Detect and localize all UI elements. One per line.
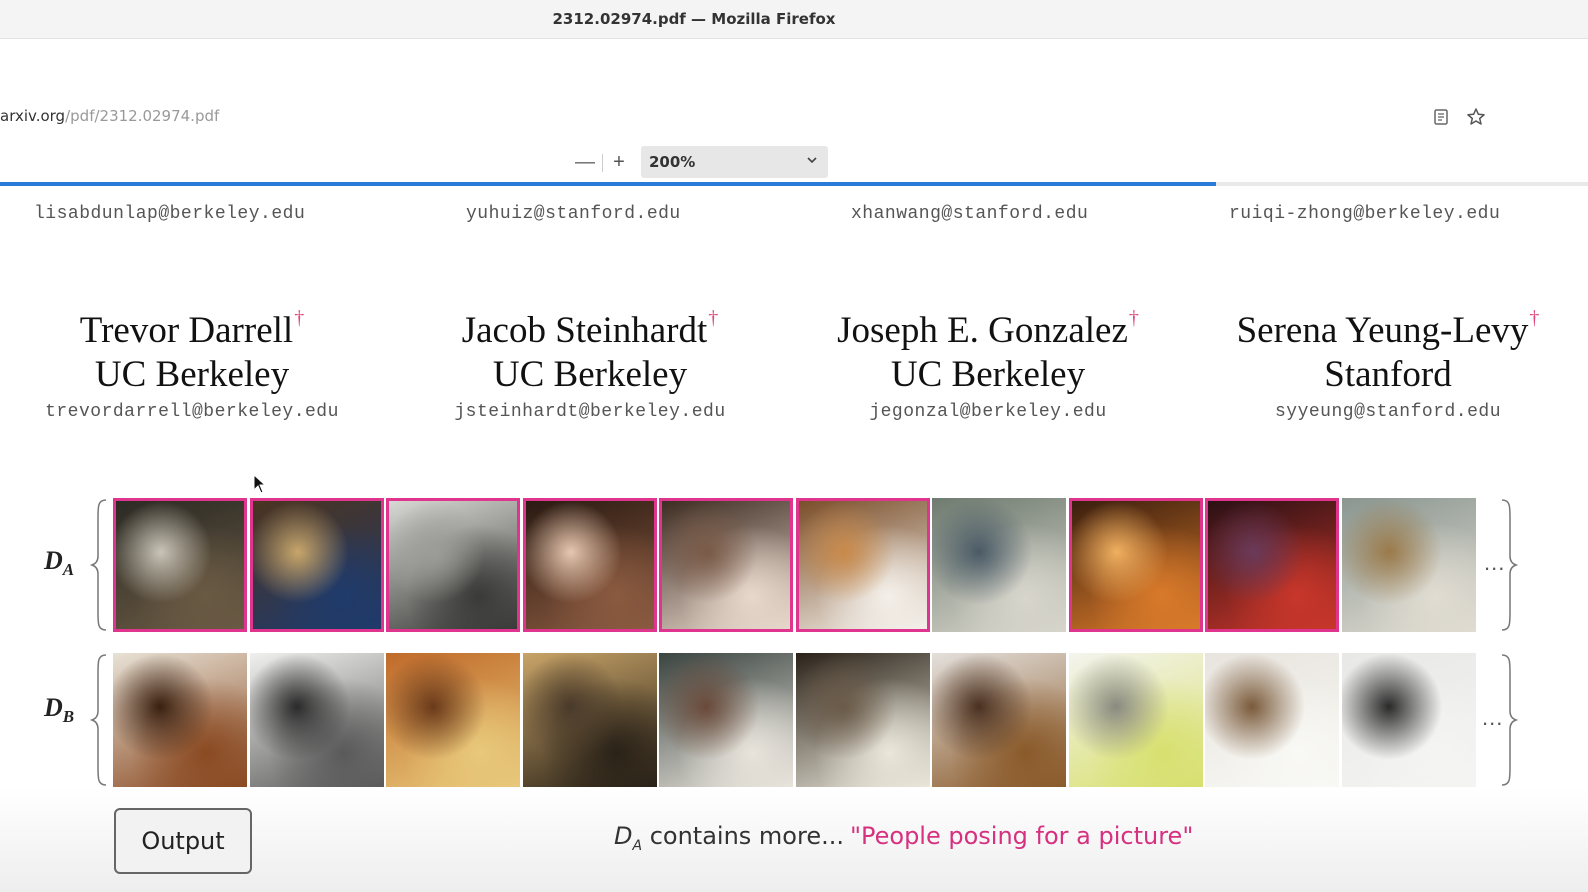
caption-dataset: DA (614, 822, 643, 854)
dataset-image (113, 498, 247, 632)
caption-text: contains more... (642, 822, 844, 850)
dataset-image (932, 653, 1066, 787)
dataset-image (522, 653, 657, 787)
author-name: Serena Yeung-Levy† (1236, 307, 1540, 351)
page-progress-fill (0, 182, 1217, 186)
author-block: Trevor Darrell† UC Berkeley (0, 296, 392, 397)
dataset-b-images (113, 653, 1478, 787)
author-name: Trevor Darrell† (79, 307, 305, 351)
author-email: yuhuiz@stanford.edu (466, 204, 681, 224)
dagger-mark: † (708, 307, 719, 329)
author-affiliation: Stanford (1324, 354, 1452, 395)
zoom-out-button[interactable]: — (573, 150, 597, 174)
url-host: arxiv.org (0, 107, 66, 125)
author-block: Joseph E. Gonzalez† UC Berkeley (788, 296, 1188, 397)
left-brace-b (90, 654, 107, 786)
zoom-value: 200% (649, 153, 696, 171)
dataset-image (1205, 653, 1339, 787)
author-name: Jacob Steinhardt† (461, 307, 719, 351)
dataset-image (659, 653, 793, 787)
dataset-image (932, 498, 1066, 632)
url-path: /pdf/2312.02974.pdf (65, 107, 220, 125)
dataset-image (1068, 653, 1203, 787)
dataset-image (113, 653, 247, 787)
url-bar[interactable]: arxiv.org/pdf/2312.02974.pdf (0, 96, 1588, 140)
author-email: jsteinhardt@berkeley.edu (454, 402, 726, 422)
page-progress-bar (0, 182, 1588, 186)
dataset-image (795, 653, 930, 787)
dataset-image (249, 498, 384, 632)
dagger-mark: † (1529, 307, 1540, 329)
dataset-image (1205, 498, 1339, 632)
dataset-image (795, 498, 930, 632)
dataset-a-images (113, 498, 1478, 632)
dagger-mark: † (294, 307, 305, 329)
caption-quote: "People posing for a picture" (849, 822, 1194, 850)
author-block: Serena Yeung-Levy† Stanford (1188, 296, 1588, 397)
dataset-image (659, 498, 793, 632)
dataset-image (386, 498, 520, 632)
dataset-b-label: DB (44, 693, 75, 727)
url-text[interactable]: arxiv.org/pdf/2312.02974.pdf (0, 107, 219, 125)
author-affiliation: UC Berkeley (94, 354, 290, 395)
figure-caption: DA contains more... "People posing for a … (614, 822, 1193, 854)
author-email: jegonzal@berkeley.edu (869, 402, 1107, 422)
author-name: Joseph E. Gonzalez† (837, 307, 1139, 351)
author-email: ruiqi-zhong@berkeley.edu (1229, 204, 1501, 224)
pdf-toolbar: — + 200% (0, 144, 1588, 182)
author-email: syyeung@stanford.edu (1274, 402, 1502, 422)
pdf-page: lisabdunlap@berkeley.edu yuhuiz@stanford… (0, 188, 1588, 892)
dataset-image (249, 653, 384, 787)
toolbar-separator (602, 154, 603, 172)
author-affiliation: UC Berkeley (492, 354, 688, 395)
window-titlebar: 2312.02974.pdf — Mozilla Firefox (0, 0, 1588, 39)
dagger-mark: † (1128, 307, 1139, 329)
output-button[interactable]: Output (114, 808, 252, 874)
reader-view-icon[interactable] (1428, 104, 1454, 130)
chevron-down-icon (807, 157, 817, 164)
mouse-pointer-icon (253, 474, 267, 494)
right-brace-b (1501, 654, 1518, 786)
author-block: Jacob Steinhardt† UC Berkeley (390, 296, 790, 397)
dataset-image (1068, 498, 1203, 632)
dataset-image (522, 498, 657, 632)
window-title: 2312.02974.pdf — Mozilla Firefox (552, 10, 836, 28)
dataset-image (1341, 653, 1476, 787)
bookmark-star-icon[interactable] (1463, 104, 1489, 130)
left-brace-a (90, 499, 107, 631)
right-brace-a (1501, 499, 1518, 631)
author-email: trevordarrell@berkeley.edu (45, 402, 339, 422)
dataset-image (1341, 498, 1476, 632)
author-email: lisabdunlap@berkeley.edu (34, 204, 306, 224)
dataset-image (386, 653, 520, 787)
dataset-a-label: DA (44, 546, 75, 580)
author-affiliation: UC Berkeley (890, 354, 1086, 395)
zoom-in-button[interactable]: + (607, 150, 631, 174)
zoom-select[interactable]: 200% (641, 146, 828, 178)
author-email: xhanwang@stanford.edu (851, 204, 1089, 224)
